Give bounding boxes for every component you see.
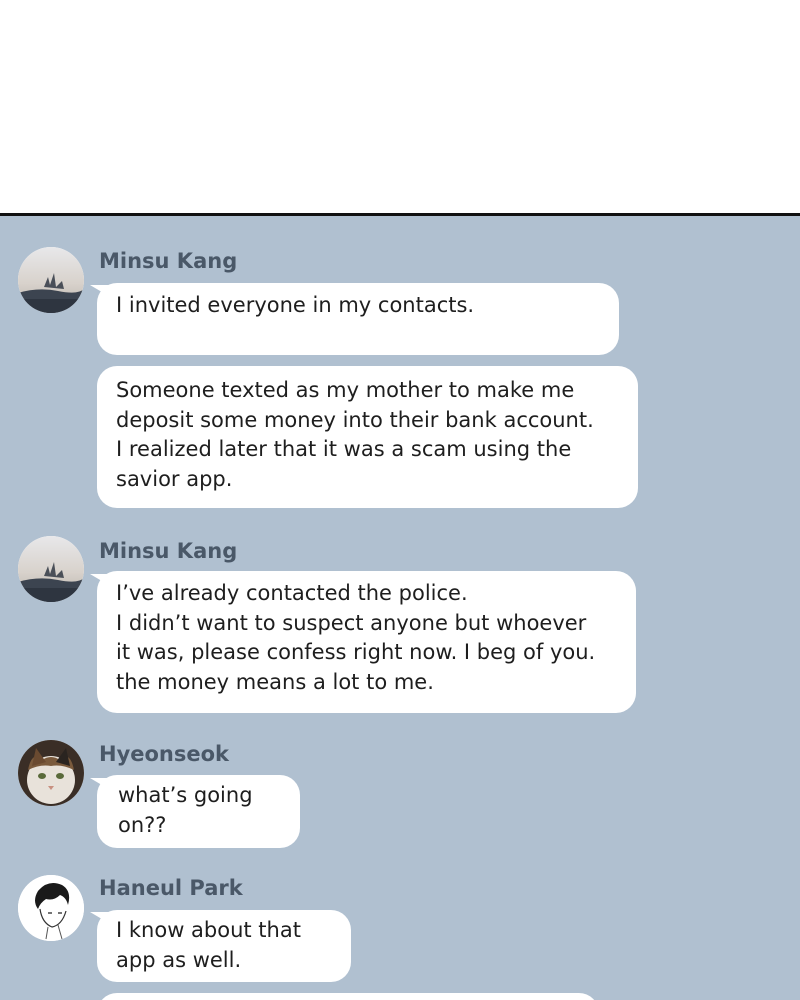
message-bubble[interactable]: I know about that app as well. <box>97 910 351 982</box>
landscape-avatar-icon[interactable] <box>18 536 84 602</box>
sender-name: Minsu Kang <box>99 539 238 563</box>
message-bubble[interactable]: I’ve already contacted the police. I did… <box>97 571 636 713</box>
message-bubble[interactable]: what’s going on?? <box>97 775 300 848</box>
message-bubble[interactable]: Someone texted as my mother to make me d… <box>97 366 638 508</box>
sender-name: Haneul Park <box>99 876 243 900</box>
blank-panel-area <box>0 0 800 213</box>
sender-name: Minsu Kang <box>99 249 238 273</box>
landscape-avatar-icon[interactable] <box>18 247 84 313</box>
message-bubble[interactable]: I invited everyone in my contacts. <box>97 283 619 355</box>
sketch-portrait-avatar-icon[interactable] <box>18 875 84 941</box>
chat-thread[interactable]: Minsu Kang I invited everyone in my cont… <box>0 216 800 1000</box>
message-bubble-partial[interactable] <box>97 993 599 1000</box>
cat-avatar-icon[interactable] <box>18 740 84 806</box>
sender-name: Hyeonseok <box>99 742 230 766</box>
